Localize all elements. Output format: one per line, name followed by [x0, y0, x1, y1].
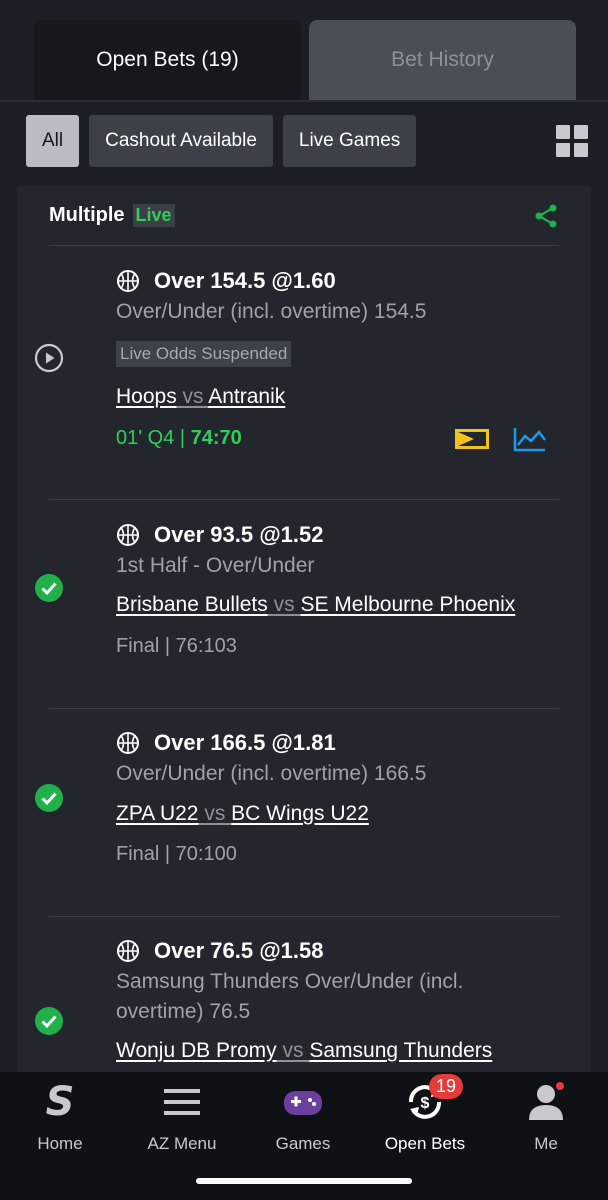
notification-dot	[554, 1080, 566, 1092]
basketball-icon	[117, 270, 139, 292]
bet-head: Over 154.5 @1.60	[116, 268, 336, 294]
versus-label: vs	[204, 802, 226, 825]
filter-all[interactable]: All	[26, 115, 80, 167]
nav-home-label: Home	[37, 1134, 83, 1153]
nav-games[interactable]: Games	[243, 1080, 363, 1154]
match-teams[interactable]: Hoops vs Antranik	[116, 385, 285, 409]
bet-head: Over 76.5 @1.58	[116, 938, 323, 964]
versus-label: vs	[273, 593, 295, 616]
nav-az-menu[interactable]: AZ Menu	[122, 1080, 242, 1154]
filter-live-games[interactable]: Live Games	[282, 115, 417, 167]
bet-divider	[49, 916, 559, 917]
tab-open-bets[interactable]: Open Bets (19)	[34, 20, 301, 100]
bet-card: Multiple Live Over 154.5 @1.60 Over/Unde…	[17, 186, 591, 1086]
versus-label: vs	[282, 1039, 304, 1062]
sportsbet-logo-icon: S	[45, 1079, 75, 1125]
away-team[interactable]: Samsung Thunders	[309, 1039, 492, 1062]
nav-open-bets-label: Open Bets	[384, 1134, 466, 1153]
gamepad-icon	[284, 1091, 322, 1115]
home-team[interactable]: Wonju DB Promy	[116, 1039, 277, 1062]
final-result: Final | 70:100	[116, 843, 237, 865]
bet-title: Over 93.5 @1.52	[154, 522, 324, 547]
home-team[interactable]: Hoops	[116, 385, 177, 408]
versus-label: vs	[182, 385, 204, 408]
nav-games-label: Games	[275, 1134, 331, 1153]
match-teams[interactable]: Wonju DB Promy vs Samsung Thunders	[116, 1039, 492, 1063]
card-title: Multiple	[49, 204, 125, 226]
final-result: Final | 76:103	[116, 635, 237, 657]
away-team[interactable]: Antranik	[208, 385, 285, 408]
bet-divider	[49, 708, 559, 709]
hamburger-menu-icon	[164, 1089, 200, 1115]
away-team[interactable]: BC Wings U22	[231, 802, 369, 825]
live-stream-icon[interactable]	[454, 427, 490, 451]
profile-icon	[524, 1080, 568, 1124]
check-circle-icon	[35, 784, 63, 812]
grid-view-icon[interactable]	[556, 125, 588, 157]
home-team[interactable]: ZPA U22	[116, 802, 198, 825]
basketball-icon	[117, 524, 139, 546]
nav-me-label: Me	[534, 1134, 558, 1153]
bet-head: Over 166.5 @1.81	[116, 730, 336, 756]
tabs-divider	[0, 100, 608, 102]
bet-divider	[49, 499, 559, 500]
bet-market: 1st Half - Over/Under	[116, 554, 315, 577]
away-team[interactable]: SE Melbourne Phoenix	[300, 593, 515, 616]
nav-open-bets[interactable]: $ 19 Open Bets	[365, 1074, 485, 1154]
home-indicator	[196, 1178, 412, 1184]
live-score: 01' Q4 | 74:70	[116, 427, 242, 450]
live-period: 01' Q4 |	[116, 427, 191, 449]
basketball-icon	[117, 940, 139, 962]
live-badge: Live	[132, 204, 175, 227]
stats-chart-icon[interactable]	[513, 426, 547, 452]
play-icon[interactable]	[34, 343, 64, 373]
filter-cashout-available[interactable]: Cashout Available	[89, 115, 273, 167]
bet-tabs: Open Bets (19) Bet History	[34, 20, 576, 100]
tab-bet-history[interactable]: Bet History	[309, 20, 576, 100]
share-icon[interactable]	[533, 203, 559, 229]
nav-home[interactable]: S Home	[0, 1080, 120, 1154]
basketball-icon	[117, 732, 139, 754]
bet-title: Over 166.5 @1.81	[154, 730, 336, 755]
bet-market: Over/Under (incl. overtime) 166.5	[116, 762, 427, 785]
check-circle-icon	[35, 574, 63, 602]
bet-head: Over 93.5 @1.52	[116, 522, 323, 548]
check-circle-icon	[35, 1007, 63, 1035]
nav-az-menu-label: AZ Menu	[147, 1134, 217, 1153]
filter-bar: All Cashout Available Live Games	[26, 115, 588, 167]
bet-market: Over/Under (incl. overtime) 154.5	[116, 300, 427, 323]
match-teams[interactable]: Brisbane Bullets vs SE Melbourne Phoenix	[116, 593, 515, 617]
odds-suspended-badge: Live Odds Suspended	[116, 341, 292, 367]
card-header: Multiple Live	[49, 186, 559, 246]
open-bets-icon: $ 19	[403, 1074, 464, 1124]
nav-me[interactable]: Me	[486, 1080, 606, 1154]
open-bets-count-badge: 19	[429, 1074, 464, 1099]
live-score-value: 74:70	[190, 427, 242, 449]
bet-market: Samsung Thunders Over/Under (incl. overt…	[116, 970, 464, 1023]
bet-title: Over 154.5 @1.60	[154, 268, 336, 293]
match-teams[interactable]: ZPA U22 vs BC Wings U22	[116, 802, 369, 826]
svg-text:$: $	[421, 1095, 430, 1112]
bet-title: Over 76.5 @1.58	[154, 938, 324, 963]
home-team[interactable]: Brisbane Bullets	[116, 593, 268, 616]
